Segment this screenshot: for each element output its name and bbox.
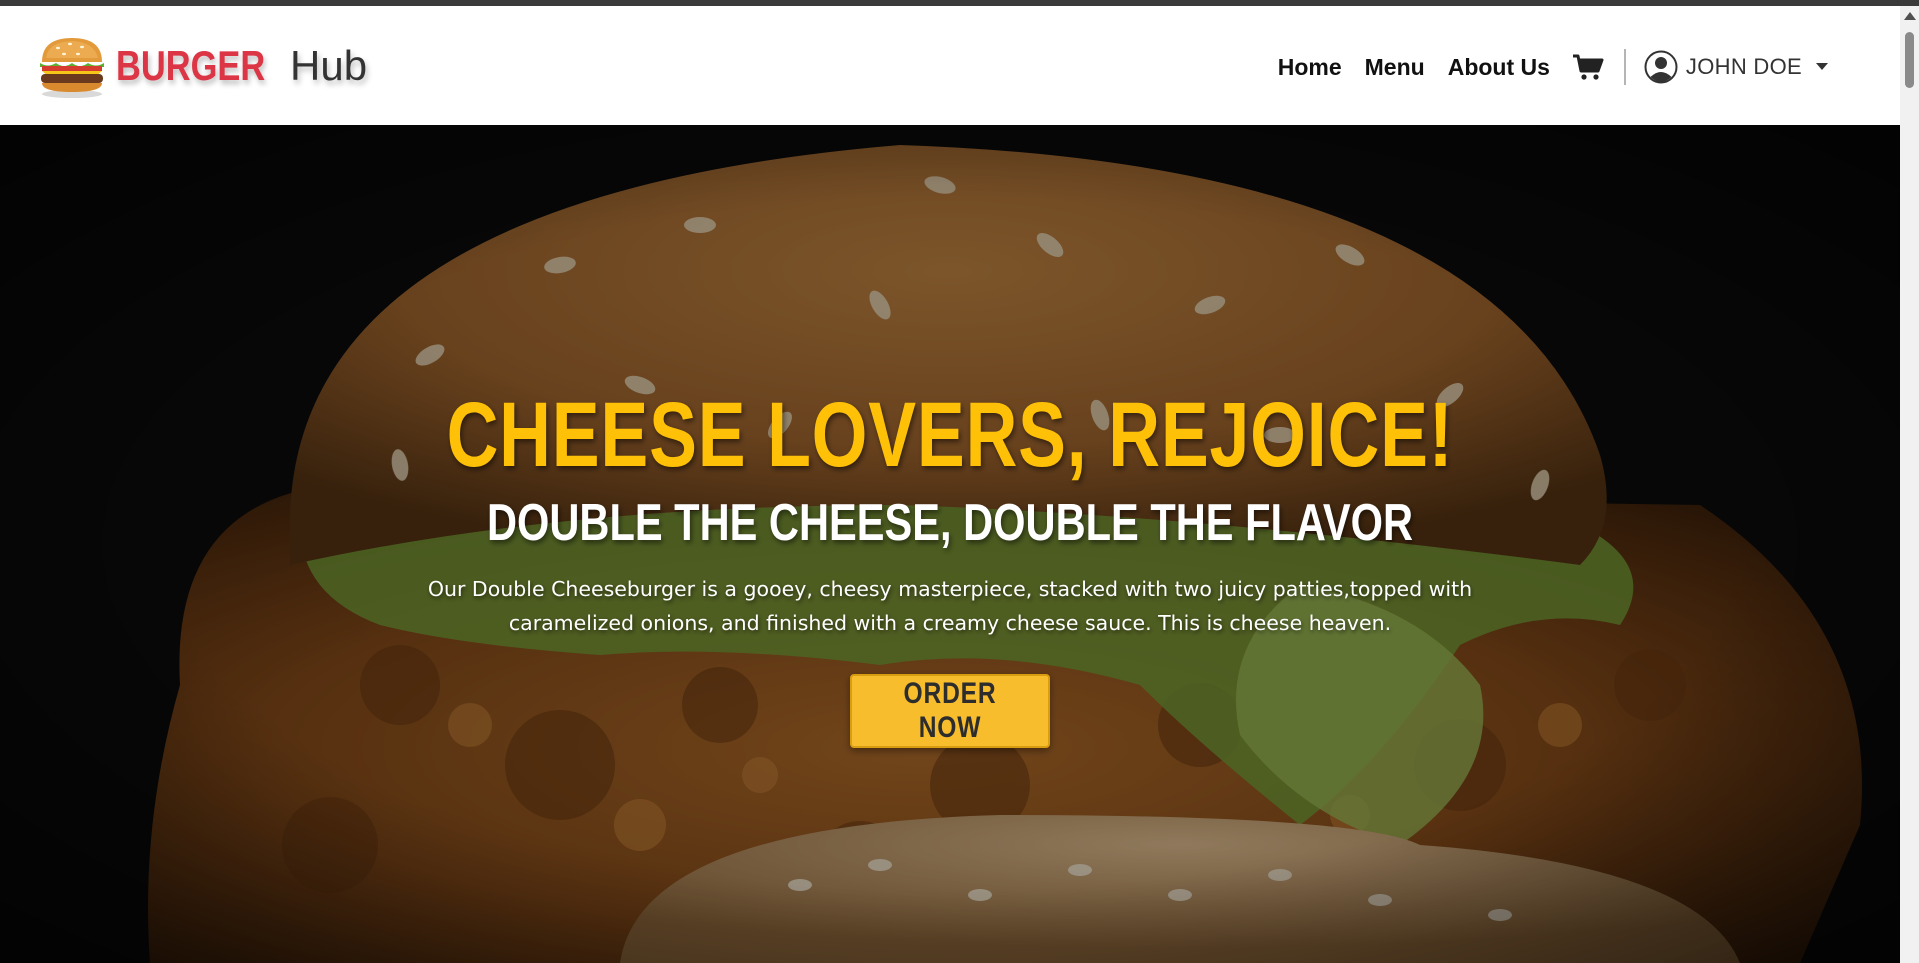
user-circle-icon <box>1644 50 1678 84</box>
nav-divider <box>1623 49 1626 85</box>
scroll-thumb[interactable] <box>1905 32 1914 88</box>
nav-link-menu[interactable]: Menu <box>1365 54 1425 81</box>
hero-subtitle: DOUBLE THE CHEESE, DOUBLE THE FLAVOR <box>486 494 1414 552</box>
navbar: BURGER Hub Home Menu About Us JOHN DOE <box>0 6 1900 125</box>
caret-down-icon <box>1816 63 1828 70</box>
nav-links: Home Menu About Us JOHN DOE <box>1255 44 1828 90</box>
nav-link-about-us[interactable]: About Us <box>1448 54 1550 81</box>
nav-link-home[interactable]: Home <box>1278 54 1342 81</box>
hero-description: Our Double Cheeseburger is a gooey, chee… <box>427 577 1473 635</box>
user-name: JOHN DOE <box>1685 54 1802 79</box>
hero-banner: CHEESE LOVERS, REJOICE! DOUBLE THE CHEES… <box>0 125 1900 963</box>
cart-icon[interactable] <box>1572 53 1604 81</box>
brand-name-burger: BURGER <box>116 42 266 89</box>
user-menu-toggle[interactable]: JOHN DOE <box>1644 50 1828 84</box>
burger-logo-icon <box>40 38 104 98</box>
scroll-up-arrow-icon[interactable] <box>1904 12 1916 20</box>
hero-title: CHEESE LOVERS, REJOICE! <box>446 384 1454 486</box>
brand-name-hub: Hub <box>290 42 368 89</box>
order-now-label: ORDER NOW <box>903 677 997 744</box>
page-scrollbar[interactable] <box>1900 6 1919 963</box>
order-now-button[interactable]: ORDER NOW <box>850 674 1050 748</box>
brand[interactable]: BURGER Hub <box>36 32 367 100</box>
